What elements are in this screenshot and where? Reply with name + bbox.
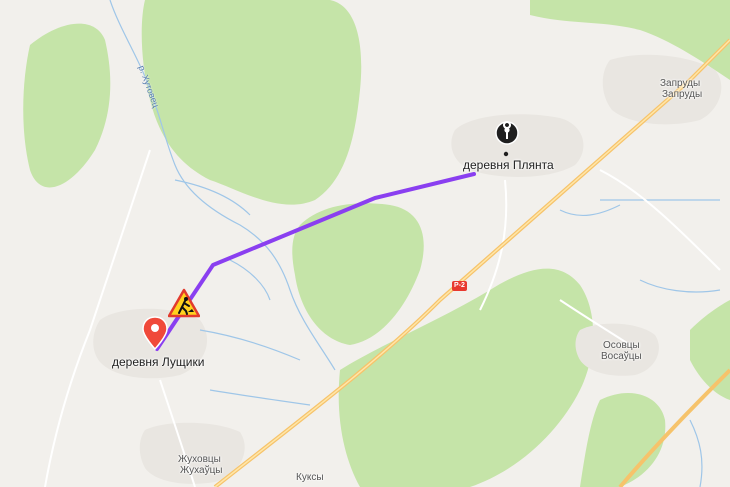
- start-pin-icon[interactable]: [142, 316, 168, 351]
- road-works-icon[interactable]: [167, 288, 201, 318]
- stream-2: [229, 259, 271, 301]
- end-pin-icon[interactable]: [494, 121, 520, 151]
- place-label-zhukhovtsy-by: Жухаўцы: [180, 465, 223, 476]
- place-label-zapruda-by: Запруды: [662, 89, 703, 100]
- forest-north-center: [141, 0, 362, 205]
- place-label-osovtsy-by: Восаўцы: [601, 351, 642, 362]
- forest-south-east-small: [580, 392, 666, 487]
- place-label-lushchiki[interactable]: деревня Лущики: [112, 355, 204, 369]
- place-label-zapruda[interactable]: Запруды: [660, 78, 700, 89]
- map-view[interactable]: Р-2 деревня Плянта деревня Лущики Запруд…: [0, 0, 730, 487]
- place-label-zhukhovtsy[interactable]: Жуховцы: [178, 454, 221, 465]
- road-number-badge: Р-2: [452, 281, 467, 291]
- map-base: [23, 0, 730, 487]
- road-east: [599, 169, 721, 271]
- place-label-osovtsy[interactable]: Осовцы: [603, 340, 640, 351]
- place-label-kuksy[interactable]: Куксы: [296, 472, 324, 483]
- stream-8: [689, 419, 703, 487]
- stream-5: [559, 204, 621, 216]
- stream-3: [199, 329, 301, 361]
- forest-northwest: [23, 23, 111, 188]
- forest-right-edge: [690, 300, 730, 400]
- route-end-dot: [503, 151, 509, 157]
- stream-4: [209, 389, 311, 406]
- place-label-plyanta[interactable]: деревня Плянта: [463, 158, 554, 172]
- stream-7: [639, 279, 721, 293]
